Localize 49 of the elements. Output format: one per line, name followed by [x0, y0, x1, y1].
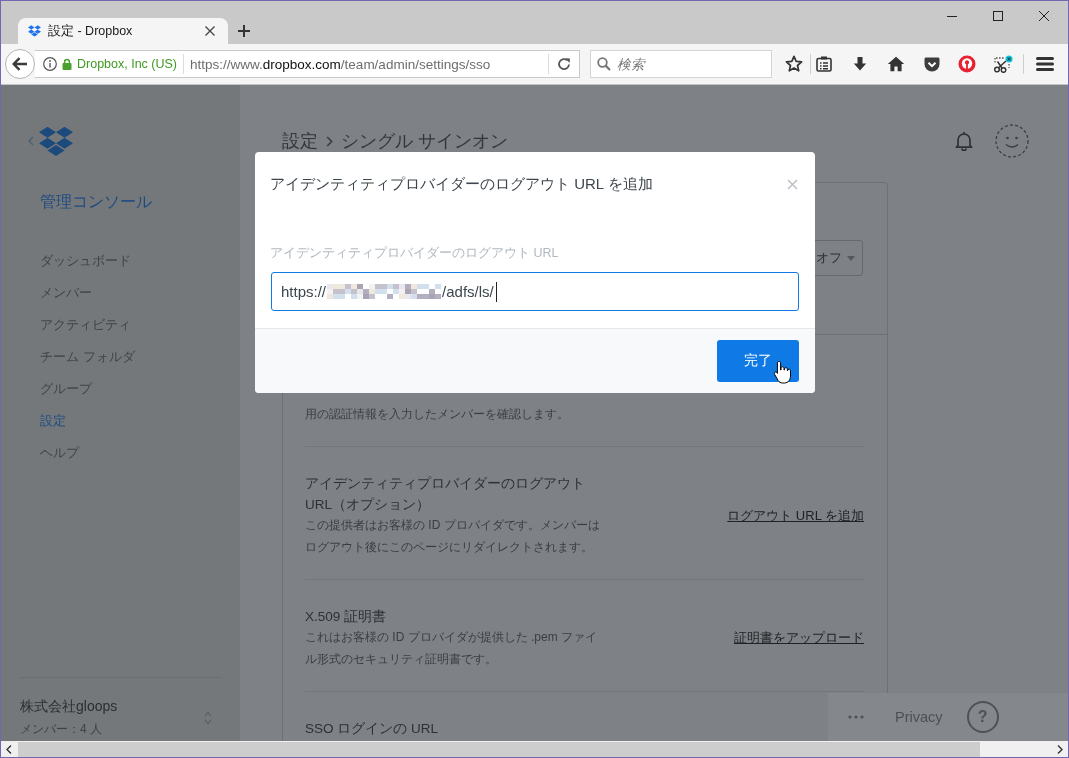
back-button[interactable] [5, 49, 35, 79]
search-icon [597, 57, 611, 71]
setting-title: SSO ログインの URL [305, 720, 440, 738]
star-icon[interactable] [785, 55, 803, 73]
info-icon[interactable] [43, 57, 57, 71]
setting-title: X.509 証明書 [305, 608, 388, 626]
scissors-icon[interactable] [993, 55, 1013, 73]
minimize-icon[interactable] [947, 15, 957, 17]
lock-icon [62, 58, 72, 70]
maximize-icon[interactable] [993, 11, 1003, 21]
breadcrumb-link[interactable]: 設定 [282, 129, 318, 153]
shield-chevron-icon[interactable] [924, 56, 940, 72]
plus-icon[interactable] [238, 25, 250, 37]
site-identity[interactable]: Dropbox, Inc (US) [77, 57, 178, 71]
url-input-field[interactable]: https:// /adfs/ls/ [271, 272, 799, 311]
clipboard-list-icon[interactable] [816, 56, 832, 72]
bell-icon[interactable] [955, 131, 973, 151]
text-cursor [495, 281, 497, 302]
setting-link[interactable]: 証明書をアップロード [734, 629, 864, 647]
browser-tab[interactable]: 設定 - Dropbox [18, 18, 228, 44]
url-text: https://www.dropbox.com/team/admin/settings/sso [190, 56, 491, 72]
nav-item[interactable]: 設定 [40, 405, 66, 437]
close-icon[interactable] [205, 26, 215, 36]
sidebar-title[interactable]: 管理コンソール [40, 190, 152, 214]
chevron-right-icon [326, 135, 333, 147]
privacy-link[interactable]: Privacy [895, 709, 943, 725]
arrow-left-icon [12, 57, 28, 71]
smiley-avatar-icon[interactable] [995, 124, 1029, 158]
caret-down-icon [847, 255, 855, 261]
page-title: シングル サインオン [341, 130, 508, 153]
box-logo-icon [28, 25, 41, 37]
setting-link[interactable]: ログアウト URL を追加 [727, 506, 864, 525]
download-icon[interactable] [852, 56, 868, 72]
keyhole-icon[interactable] [958, 55, 976, 73]
chevron-right-icon[interactable] [1057, 744, 1063, 754]
field-label: アイデンティティプロバイダーのログアウト URL [270, 245, 559, 262]
menu-icon[interactable] [1036, 57, 1054, 71]
hand-cursor-icon [773, 360, 791, 384]
home-icon[interactable] [887, 56, 905, 72]
help-button[interactable]: ? [966, 701, 999, 733]
team-name: 株式会社gloops [20, 697, 118, 715]
reload-icon[interactable] [557, 57, 571, 71]
modal-title: アイデンティティプロバイダーのログアウト URL を追加 [270, 174, 653, 194]
setting-title: アイデンティティプロバイダーのログアウト URL（オプション） [305, 475, 586, 514]
search-field[interactable]: 検索 [590, 50, 772, 78]
done-button[interactable]: 完了 [717, 340, 799, 382]
address-bar[interactable]: Dropbox, Inc (US) https://www.dropbox.com/team/admin/settings/sso [35, 50, 580, 78]
close-icon[interactable] [1039, 11, 1049, 21]
chevron-left-icon[interactable] [6, 744, 12, 754]
